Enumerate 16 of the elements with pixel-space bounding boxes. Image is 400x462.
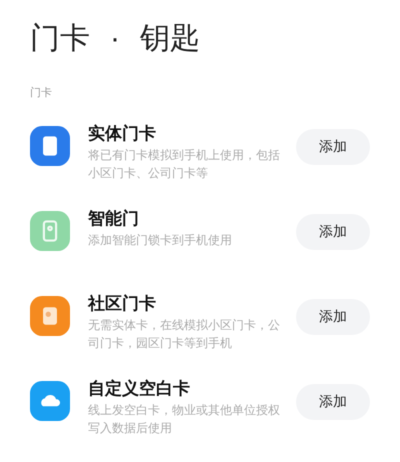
- add-button[interactable]: 添加: [296, 128, 370, 164]
- item-description: 添加智能门锁卡到手机使用: [88, 232, 233, 248]
- item-title: 自定义空白卡: [88, 378, 191, 400]
- item-title: 社区门卡: [88, 292, 157, 314]
- section-label: 门卡: [29, 86, 53, 101]
- item-description: 无需实体卡，在线模拟小区门卡，公司门卡，园区门卡等到手机: [88, 316, 281, 352]
- item-title: 实体门卡: [88, 122, 157, 144]
- add-button[interactable]: 添加: [296, 298, 370, 334]
- item-title: 智能门: [88, 208, 140, 230]
- add-button[interactable]: 添加: [296, 384, 370, 420]
- title-separator: ·: [110, 21, 120, 57]
- add-button[interactable]: 添加: [296, 214, 370, 250]
- item-description: 将已有门卡模拟到手机上使用，包括小区门卡、公司门卡等: [88, 146, 281, 182]
- page-subtitle: 钥匙: [140, 21, 200, 57]
- page-title: 门卡: [30, 21, 90, 57]
- item-description: 线上发空白卡，物业或其他单位授权写入数据后使用: [88, 402, 281, 436]
